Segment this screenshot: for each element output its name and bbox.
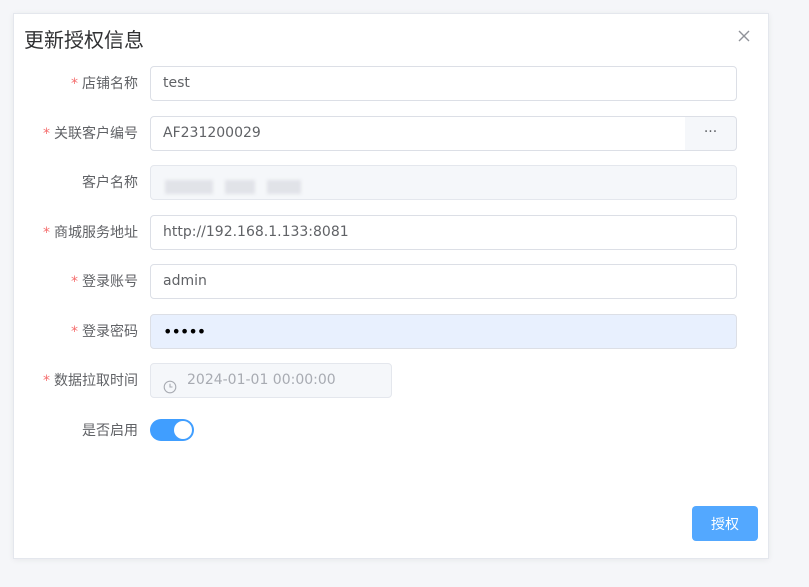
authorize-button[interactable]: 授权: [692, 506, 758, 541]
form-row-service-url: * 商城服务地址 http://192.168.1.133:8081: [14, 215, 770, 251]
store-name-label: * 店铺名称: [71, 76, 138, 92]
service-url-input[interactable]: http://192.168.1.133:8081: [150, 215, 737, 250]
customer-code-input[interactable]: AF231200029: [150, 116, 686, 151]
form-row-customer-name: 客户名称: [14, 165, 770, 201]
login-password-label: * 登录密码: [71, 324, 138, 340]
customer-code-label: * 关联客户编号: [43, 126, 138, 142]
service-url-label: * 商城服务地址: [43, 225, 138, 241]
store-name-input[interactable]: test: [150, 66, 737, 101]
required-mark: *: [43, 225, 50, 241]
redacted-text: [165, 180, 213, 194]
form-row-customer-code: * 关联客户编号 AF231200029 ···: [14, 116, 770, 152]
pull-time-label: * 数据拉取时间: [43, 373, 138, 389]
customer-name-input: [150, 165, 737, 200]
dialog-title: 更新授权信息: [24, 28, 144, 52]
redacted-text: [225, 180, 255, 194]
form-row-enabled: 是否启用: [14, 413, 770, 449]
customer-name-label: 客户名称: [82, 175, 138, 191]
clock-icon: [163, 374, 177, 394]
login-account-label: * 登录账号: [71, 274, 138, 290]
select-customer-button[interactable]: ···: [685, 116, 737, 151]
pull-time-value: 2024-01-01 00:00:00: [187, 372, 336, 388]
form-row-pull-time: * 数据拉取时间 2024-01-01 00:00:00: [14, 363, 770, 399]
required-mark: *: [71, 76, 78, 92]
form-row-login-account: * 登录账号 admin: [14, 264, 770, 300]
required-mark: *: [71, 274, 78, 290]
form-row-store-name: * 店铺名称 test: [14, 66, 770, 102]
required-mark: *: [43, 126, 50, 142]
form-row-login-password: * 登录密码 •••••: [14, 314, 770, 350]
redacted-text: [267, 180, 301, 194]
enabled-label: 是否启用: [82, 423, 138, 439]
enabled-switch[interactable]: [150, 419, 194, 441]
pull-time-input: 2024-01-01 00:00:00: [150, 363, 392, 398]
switch-knob: [174, 421, 192, 439]
update-authorization-dialog: 更新授权信息 * 店铺名称 test * 关联客户编号 AF231200029 ··…: [13, 13, 769, 559]
login-account-input[interactable]: admin: [150, 264, 737, 299]
login-password-input[interactable]: •••••: [150, 314, 737, 349]
close-icon[interactable]: [736, 28, 752, 44]
required-mark: *: [71, 324, 78, 340]
required-mark: *: [43, 373, 50, 389]
